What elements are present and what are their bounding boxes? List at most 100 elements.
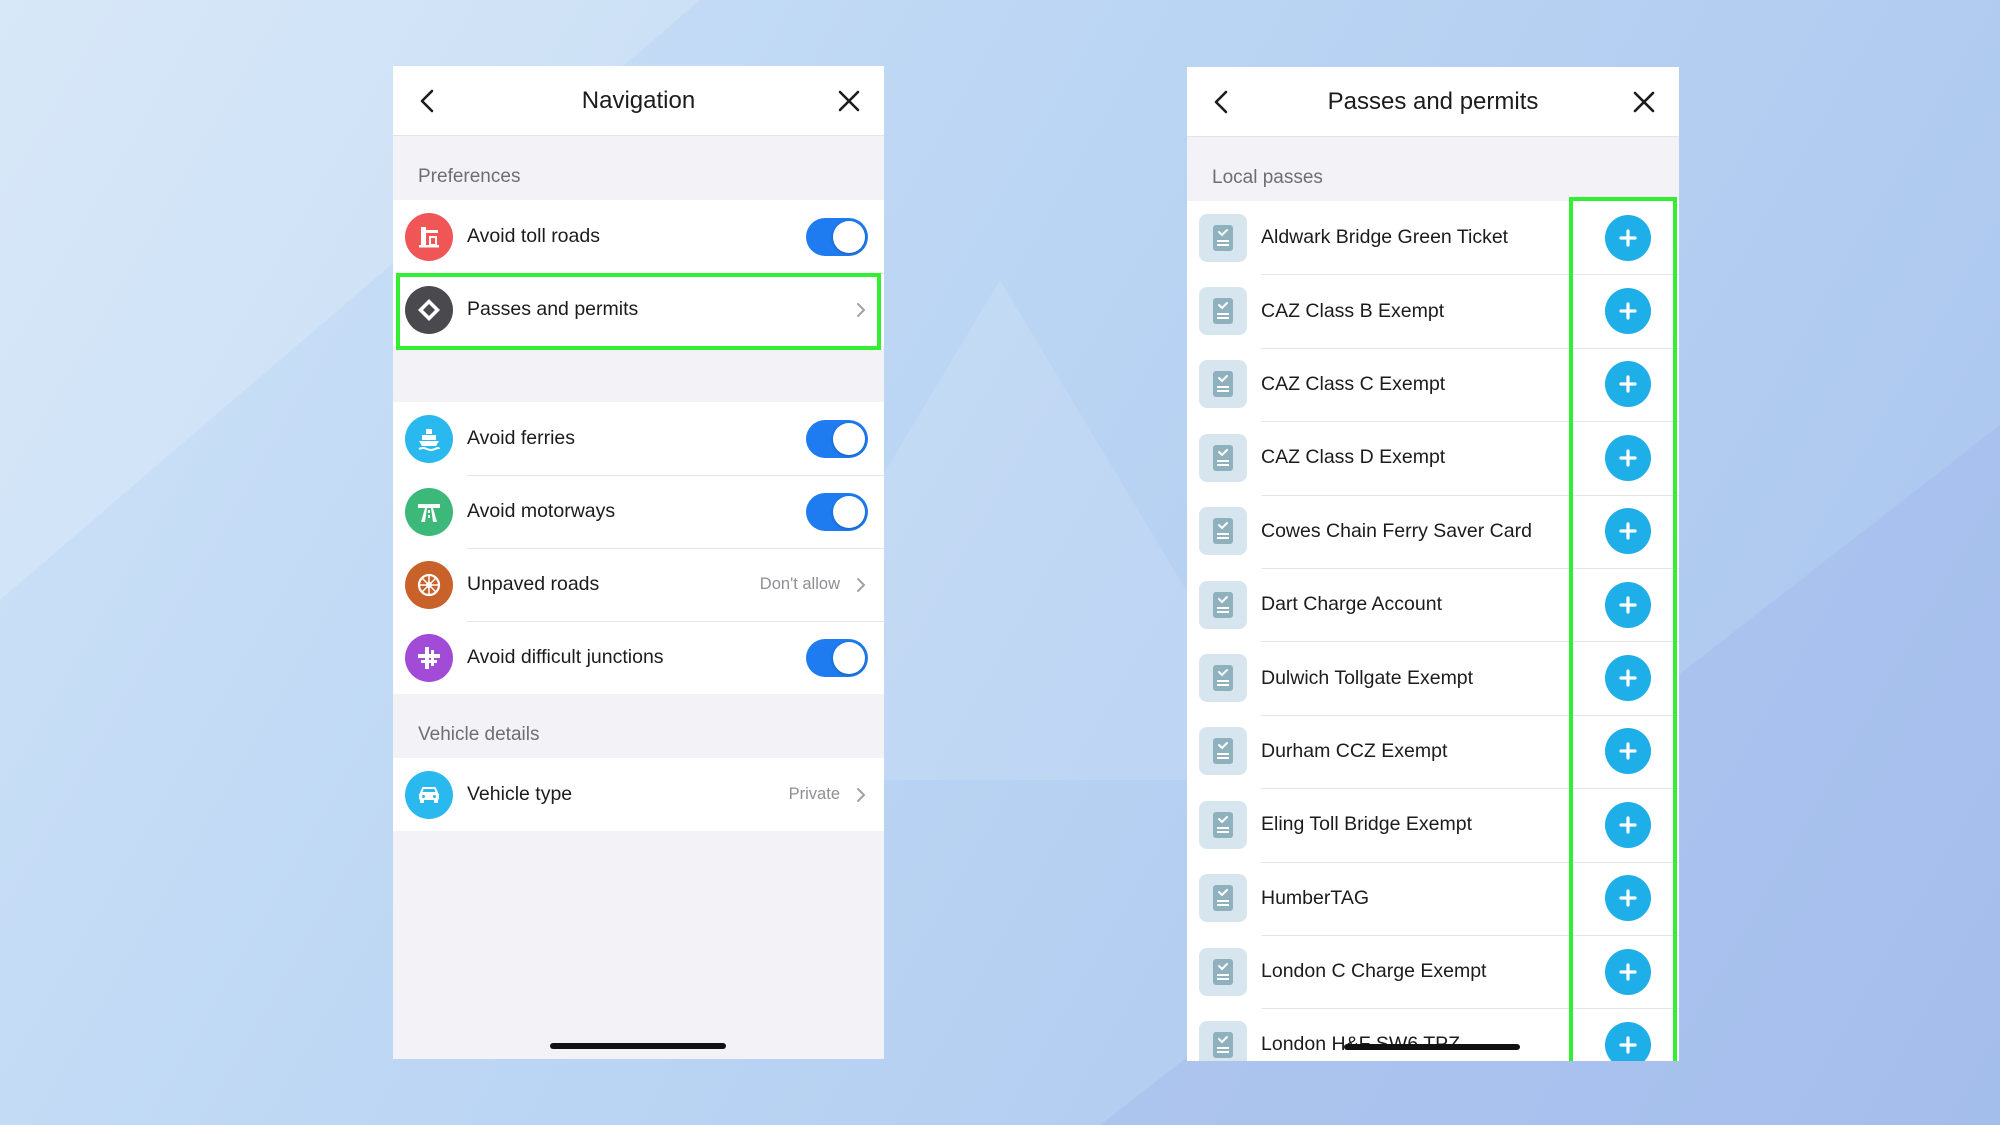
ferry-icon <box>405 414 453 463</box>
avoid-ferries-toggle[interactable] <box>806 419 868 458</box>
add-pass-button[interactable] <box>1605 655 1651 702</box>
pass-row[interactable]: HumberTAG <box>1187 861 1679 935</box>
plus-icon <box>1619 229 1637 247</box>
row-passes-and-permits[interactable]: Passes and permits <box>393 273 884 346</box>
avoid-difficult-junctions-toggle[interactable] <box>806 638 868 677</box>
permit-document-icon <box>1199 947 1247 996</box>
pass-row[interactable]: CAZ Class B Exempt <box>1187 274 1679 347</box>
plus-icon <box>1619 522 1637 540</box>
permit-document-icon <box>1199 874 1247 923</box>
plus-icon <box>1619 669 1637 687</box>
row-vehicle-type[interactable]: Vehicle type Private <box>393 758 884 831</box>
vehicle-type-value: Private <box>788 785 840 803</box>
pass-row[interactable]: Cowes Chain Ferry Saver Card <box>1187 494 1679 568</box>
passes-and-permits-screen: Passes and permits Local passes Aldwark … <box>1187 67 1679 1061</box>
chevron-right-icon <box>857 577 866 592</box>
add-pass-button[interactable] <box>1605 361 1651 408</box>
pass-label: Aldwark Bridge Green Ticket <box>1261 226 1509 249</box>
row-label: Avoid motorways <box>467 500 616 522</box>
row-label: Passes and permits <box>467 298 639 320</box>
vehicle-group: Vehicle type Private <box>393 758 884 831</box>
pass-label: Cowes Chain Ferry Saver Card <box>1261 519 1532 542</box>
passes-header: Passes and permits <box>1187 67 1679 137</box>
permit-document-icon <box>1199 360 1247 409</box>
add-pass-button[interactable] <box>1605 801 1651 848</box>
home-indicator <box>1344 1044 1520 1050</box>
chevron-left-icon[interactable] <box>1207 87 1237 117</box>
add-pass-button[interactable] <box>1605 728 1651 775</box>
unpaved-roads-value: Don't allow <box>759 575 840 593</box>
pass-row[interactable]: Eling Toll Bridge Exempt <box>1187 788 1679 861</box>
row-label: Vehicle type <box>467 783 573 805</box>
add-pass-button[interactable] <box>1605 875 1651 922</box>
pass-label: CAZ Class C Exempt <box>1261 372 1446 395</box>
pass-label: HumberTAG <box>1261 886 1369 909</box>
row-label: Avoid difficult junctions <box>467 646 664 668</box>
pass-row[interactable]: Durham CCZ Exempt <box>1187 714 1679 788</box>
toll-booth-icon <box>405 212 453 261</box>
pass-row[interactable]: Dart Charge Account <box>1187 567 1679 641</box>
close-icon[interactable] <box>834 86 864 116</box>
home-indicator <box>550 1043 726 1049</box>
avoid-options-group: Avoid ferries Avoid motorways Unpaved ro… <box>393 402 884 694</box>
permit-document-icon <box>1199 800 1247 849</box>
permit-document-icon <box>1199 1020 1247 1061</box>
add-pass-button[interactable] <box>1605 948 1651 995</box>
pass-row[interactable]: CAZ Class C Exempt <box>1187 347 1679 421</box>
add-pass-button[interactable] <box>1605 434 1651 481</box>
plus-icon <box>1619 816 1637 834</box>
pass-row[interactable]: London C Charge Exempt <box>1187 934 1679 1008</box>
row-label: Avoid toll roads <box>467 225 600 247</box>
permit-document-icon <box>1199 287 1247 336</box>
add-pass-button[interactable] <box>1605 581 1651 628</box>
row-avoid-motorways[interactable]: Avoid motorways <box>393 475 884 548</box>
add-pass-button[interactable] <box>1605 508 1651 555</box>
permit-document-icon <box>1199 727 1247 776</box>
pass-row[interactable]: Dulwich Tollgate Exempt <box>1187 641 1679 714</box>
wheel-icon <box>405 560 453 609</box>
plus-icon <box>1619 742 1637 761</box>
page-title: Navigation <box>581 86 696 114</box>
permit-document-icon <box>1199 433 1247 482</box>
plus-icon <box>1619 449 1637 467</box>
pass-label: London C Charge Exempt <box>1261 960 1487 983</box>
section-label-preferences: Preferences <box>418 166 521 187</box>
pass-label: CAZ Class B Exempt <box>1261 299 1445 322</box>
plus-icon <box>1619 302 1637 320</box>
preferences-group: Avoid toll roads Passes and permits <box>393 200 884 346</box>
plus-icon <box>1619 375 1637 394</box>
pass-label: Dart Charge Account <box>1261 593 1443 616</box>
pass-label: Eling Toll Bridge Exempt <box>1261 813 1472 836</box>
row-unpaved-roads[interactable]: Unpaved roads Don't allow <box>393 548 884 621</box>
plus-icon <box>1619 962 1637 981</box>
add-pass-button[interactable] <box>1605 1021 1651 1061</box>
row-avoid-ferries[interactable]: Avoid ferries <box>393 402 884 475</box>
row-avoid-difficult-junctions[interactable]: Avoid difficult junctions <box>393 621 884 694</box>
page-title: Passes and permits <box>1327 87 1539 115</box>
chevron-right-icon <box>857 302 866 317</box>
pass-row[interactable]: CAZ Class D Exempt <box>1187 421 1679 494</box>
pass-row[interactable]: Aldwark Bridge Green Ticket <box>1187 201 1679 274</box>
avoid-motorways-toggle[interactable] <box>806 492 868 531</box>
row-label: Avoid ferries <box>467 427 576 449</box>
avoid-toll-roads-toggle[interactable] <box>806 217 868 256</box>
navigation-settings-screen: Navigation Preferences Avoid toll roads … <box>393 66 884 1059</box>
car-icon <box>405 770 453 819</box>
chevron-right-icon <box>857 787 866 802</box>
permit-document-icon <box>1199 507 1247 556</box>
junction-icon <box>405 633 453 682</box>
permit-document-icon <box>1199 654 1247 703</box>
plus-icon <box>1619 889 1637 907</box>
row-avoid-toll-roads[interactable]: Avoid toll roads <box>393 200 884 273</box>
add-pass-button[interactable] <box>1605 288 1651 335</box>
navigation-header: Navigation <box>393 66 884 136</box>
permit-document-icon <box>1199 213 1247 262</box>
pass-list: Aldwark Bridge Green Ticket CAZ Class B E… <box>1187 201 1679 1061</box>
chevron-left-icon[interactable] <box>413 86 443 116</box>
pass-row[interactable]: London H&F SW6 TPZ <box>1187 1008 1679 1061</box>
plus-icon <box>1619 596 1637 614</box>
add-pass-button[interactable] <box>1605 214 1651 261</box>
pass-label: CAZ Class D Exempt <box>1261 446 1446 469</box>
pass-label: Durham CCZ Exempt <box>1261 739 1448 762</box>
close-icon[interactable] <box>1629 87 1659 117</box>
